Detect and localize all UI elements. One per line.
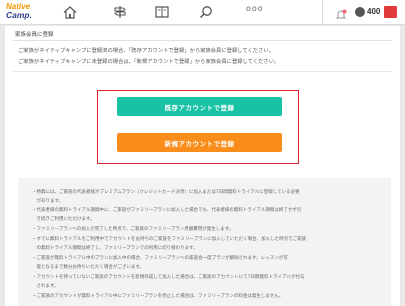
note-line: ・代表者様の無料トライアル期間中に、ご家族がファミリープランに加入した場合でも、…	[32, 208, 302, 213]
note-line: ・特典には、ご家族の代表者様がプレミアムプラン（クレジットカード決済）に加入また…	[32, 190, 300, 195]
bell-icon[interactable]	[335, 6, 347, 25]
note-line: ・すでに無料トライアルをご利用中でアカウントをお持ちのご家族をファミリープランに…	[32, 237, 307, 242]
section-divider	[13, 71, 392, 72]
more-menu[interactable]: ooo	[246, 4, 264, 13]
description-line-1: ご家族がネイティブキャンプに登録済の場合、「既存アカウントで登録」から家族会員に…	[18, 48, 274, 54]
section-title: 家族会員に登録	[15, 32, 54, 38]
title-divider	[13, 40, 392, 41]
note-line: されます。	[32, 284, 59, 289]
register-existing-account-button[interactable]: 既存アカウントで登録	[117, 97, 282, 116]
coin-count: 400	[367, 7, 381, 16]
note-line: 能となるまで数分お待ちいただく場合がございます。	[32, 265, 144, 270]
nativecamp-logo[interactable]: Native Camp.	[6, 3, 32, 20]
note-line: ・ご家族が無料トライアル中のプランに加入中の場合、ファミリープランへの家族会一度…	[32, 256, 288, 261]
coin-icon	[355, 7, 365, 17]
flag-icon[interactable]	[384, 6, 397, 18]
top-nav-bar: Native Camp. ooo 400	[0, 0, 405, 25]
note-line: の無料トライアル期間は終了し、ファミリープランでの利用に切り替わります。	[32, 246, 198, 251]
note-line: ・アカウントを持っていないご家族のアカウントを新規作成して加入した場合は、ご家族…	[32, 275, 305, 280]
note-line: があります。	[32, 199, 64, 204]
notes-box: ・特典には、ご家族の代表者様がプレミアムプラン（クレジットカード決済）に加入また…	[18, 178, 391, 306]
note-line: ・ご家族のアカウントが無料トライアル中にファミリープランを停止した場合は、ファミ…	[32, 294, 284, 299]
logo-line-2: Camp.	[6, 10, 32, 20]
signpost-icon[interactable]	[110, 3, 130, 21]
header-divider	[322, 0, 323, 25]
register-new-account-button[interactable]: 新規アカウントで登録	[117, 133, 282, 152]
description-line-2: ご家族がネイティブキャンプに未登録の場合は、「新規アカウントで登録」から家族会員…	[18, 59, 280, 65]
home-icon[interactable]	[60, 3, 80, 21]
main-content: 家族会員に登録 ご家族がネイティブキャンプに登録済の場合、「既存アカウントで登録…	[5, 26, 400, 306]
search-icon[interactable]	[196, 3, 216, 21]
book-icon[interactable]	[152, 3, 172, 21]
note-line: き続きご利用いただけます。	[32, 217, 95, 222]
note-line: ・ファミリープランへの加入が完了した時点で、ご家族のファミリープラン月額費用が発…	[32, 227, 234, 232]
